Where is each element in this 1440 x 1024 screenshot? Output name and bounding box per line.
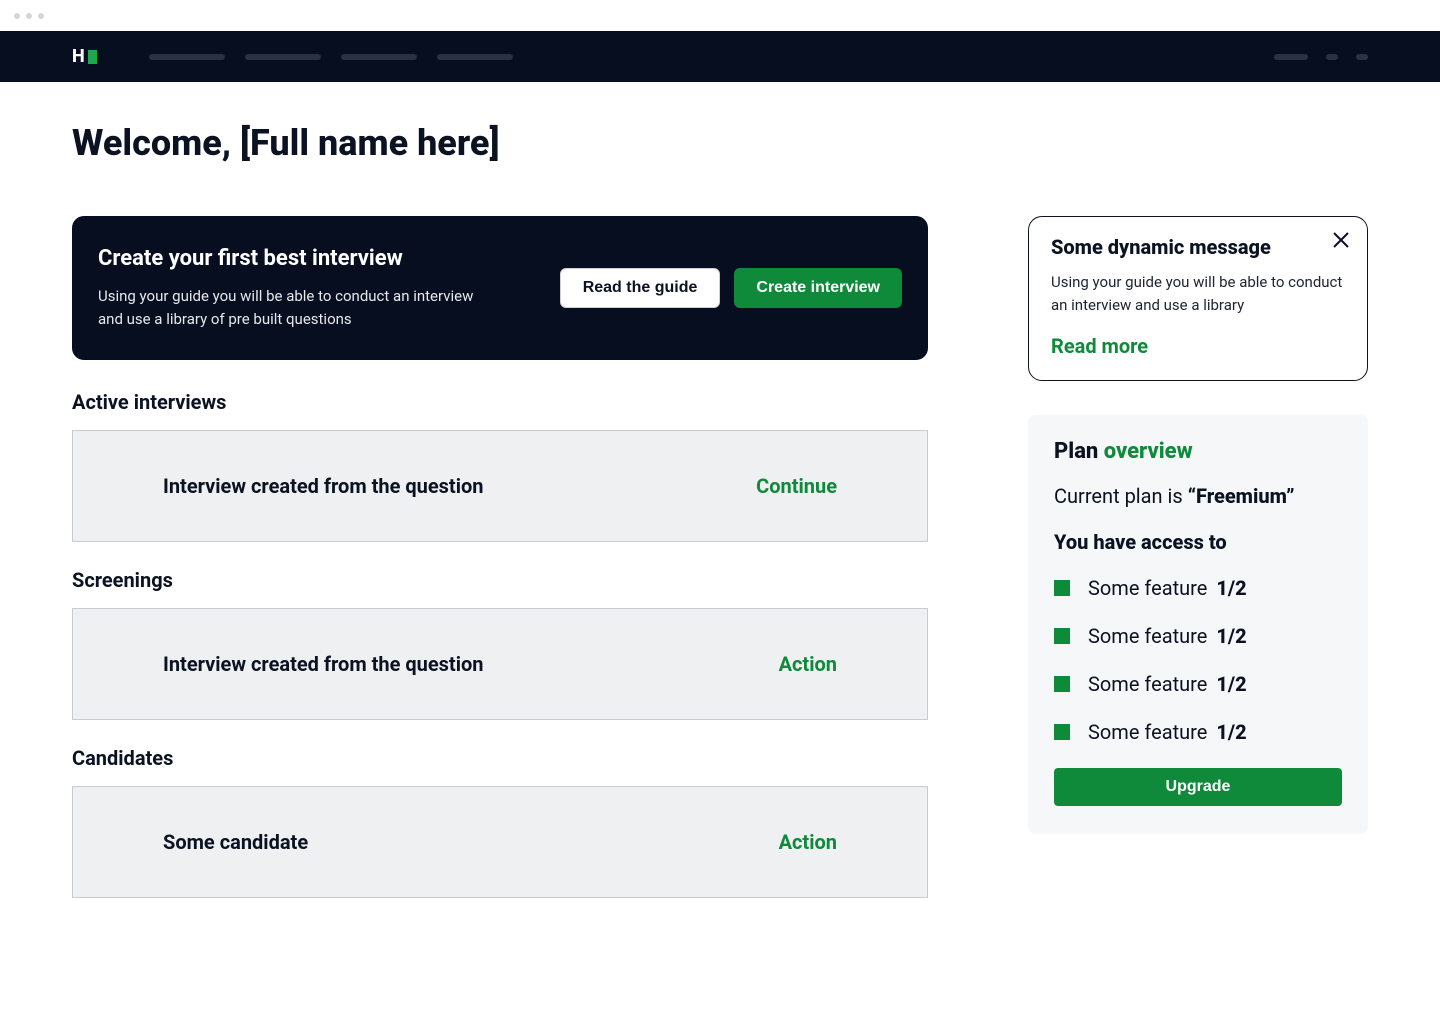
chrome-dot	[38, 13, 44, 19]
hero-subtitle: Using your guide you will be able to con…	[98, 285, 498, 330]
active-interviews-heading: Active interviews	[72, 390, 928, 414]
plan-feature-row: Some feature 1/2	[1054, 576, 1342, 600]
plan-feature-count: 1/2	[1216, 720, 1246, 744]
top-navbar: H	[0, 31, 1440, 82]
interview-row[interactable]: Interview created from the question Cont…	[72, 430, 928, 542]
message-title: Some dynamic message	[1051, 235, 1345, 259]
window-chrome	[0, 0, 1440, 31]
interview-row-action[interactable]: Continue	[756, 474, 837, 498]
hero-card: Create your first best interview Using y…	[72, 216, 928, 360]
x-icon	[1333, 232, 1349, 248]
nav-link-placeholder[interactable]	[149, 54, 225, 60]
chrome-dot	[14, 13, 20, 19]
read-guide-button[interactable]: Read the guide	[560, 268, 721, 308]
hero-title: Create your first best interview	[98, 246, 520, 271]
logo-letter: H	[72, 46, 85, 67]
plan-feature-row: Some feature 1/2	[1054, 624, 1342, 648]
plan-feature-count: 1/2	[1216, 624, 1246, 648]
plan-feature-text: Some feature	[1088, 576, 1212, 600]
plan-feature-count: 1/2	[1216, 672, 1246, 696]
screening-row[interactable]: Interview created from the question Acti…	[72, 608, 928, 720]
plan-current-name: “Freemium”	[1188, 484, 1295, 508]
square-bullet-icon	[1054, 628, 1070, 644]
nav-link-placeholder[interactable]	[341, 54, 417, 60]
screening-row-title: Interview created from the question	[163, 652, 779, 676]
nav-right	[1274, 54, 1368, 60]
screening-row-action[interactable]: Action	[779, 652, 837, 676]
plan-feature-row: Some feature 1/2	[1054, 672, 1342, 696]
create-interview-button[interactable]: Create interview	[734, 268, 902, 308]
square-bullet-icon	[1054, 724, 1070, 740]
logo[interactable]: H	[72, 46, 97, 67]
plan-feature-text: Some feature	[1088, 624, 1212, 648]
candidate-row[interactable]: Some candidate Action	[72, 786, 928, 898]
plan-feature-count: 1/2	[1216, 576, 1246, 600]
nav-right-placeholder[interactable]	[1356, 54, 1368, 60]
candidate-row-title: Some candidate	[163, 830, 779, 854]
candidates-heading: Candidates	[72, 746, 928, 770]
chrome-dot	[26, 13, 32, 19]
interview-row-title: Interview created from the question	[163, 474, 756, 498]
read-more-link[interactable]: Read more	[1051, 334, 1345, 358]
plan-heading-prefix: Plan	[1054, 439, 1104, 464]
plan-feature-text: Some feature	[1088, 672, 1212, 696]
plan-card: Plan overview Current plan is “Freemium”…	[1028, 415, 1368, 834]
square-bullet-icon	[1054, 676, 1070, 692]
nav-right-placeholder[interactable]	[1326, 54, 1338, 60]
screenings-heading: Screenings	[72, 568, 928, 592]
logo-block-icon	[88, 50, 97, 64]
plan-access-label: You have access to	[1054, 530, 1342, 554]
upgrade-button[interactable]: Upgrade	[1054, 768, 1342, 806]
close-icon[interactable]	[1333, 231, 1349, 251]
plan-current-prefix: Current plan is	[1054, 484, 1188, 508]
message-card: Some dynamic message Using your guide yo…	[1028, 216, 1368, 381]
nav-link-placeholder[interactable]	[437, 54, 513, 60]
plan-heading-accent: overview	[1104, 439, 1193, 464]
plan-feature-row: Some feature 1/2	[1054, 720, 1342, 744]
nav-links	[149, 54, 1274, 60]
square-bullet-icon	[1054, 580, 1070, 596]
plan-current: Current plan is “Freemium”	[1054, 484, 1342, 508]
plan-heading: Plan overview	[1054, 439, 1342, 464]
nav-right-placeholder[interactable]	[1274, 54, 1308, 60]
page-title: Welcome, [Full name here]	[72, 122, 1368, 164]
message-body: Using your guide you will be able to con…	[1051, 271, 1345, 316]
plan-feature-text: Some feature	[1088, 720, 1212, 744]
nav-link-placeholder[interactable]	[245, 54, 321, 60]
candidate-row-action[interactable]: Action	[779, 830, 837, 854]
